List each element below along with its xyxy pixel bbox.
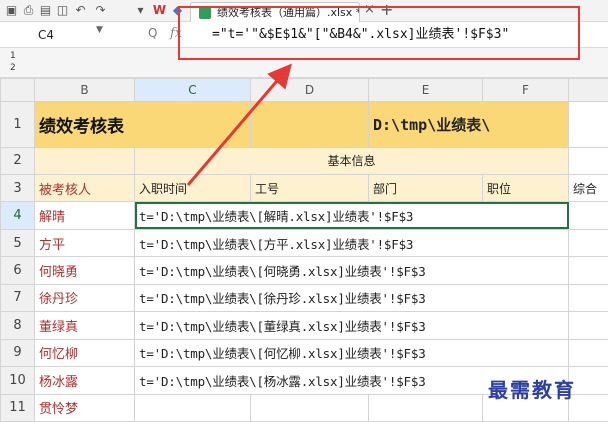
row-header[interactable]: 6 [0,256,35,285]
quick-access-toolbar: ▣ ⎙ ▤ ◫ ↶ ↷ ▾ W ◆ 绩效考核表（通用篇）.xlsx * × + [0,0,608,22]
row-header[interactable]: 11 [0,393,35,422]
assessee-name[interactable]: 董绿真 [34,311,135,340]
fx-icon[interactable]: fx [170,26,182,41]
table-row: 3 被考核人 入职时间 工号 部门 职位 综合 [0,174,608,203]
cell[interactable] [250,393,369,422]
outline-level-1[interactable]: 1 [10,51,16,61]
formula-result-cell[interactable]: t='D:\tmp\业绩表\[解晴.xlsx]业绩表'!$F$3 [134,201,569,230]
header-position[interactable]: 职位 [482,174,569,203]
cell[interactable] [250,100,369,148]
sheet-title[interactable]: 绩效考核表 [34,100,251,148]
cell[interactable] [368,393,483,422]
assessee-name[interactable]: 何忆柳 [34,338,135,368]
path-title[interactable]: D:\tmp\业绩表\ [368,100,569,148]
formula-result-cell[interactable]: t='D:\tmp\业绩表\[何晓勇.xlsx]业绩表'!$F$3 [134,256,569,285]
cell[interactable] [568,338,608,368]
table-row: 8 董绿真 t='D:\tmp\业绩表\[董绿真.xlsx]业绩表'!$F$3 [0,311,608,340]
table-row: 4 解晴 t='D:\tmp\业绩表\[解晴.xlsx]业绩表'!$F$3 [0,201,608,230]
header-employee-id[interactable]: 工号 [250,174,369,203]
export-icon[interactable]: ◫ [55,3,70,18]
box-icon[interactable]: ◆ [170,3,185,18]
assessee-name[interactable]: 方平 [34,228,135,258]
close-tab-icon[interactable]: × [364,2,375,17]
spreadsheet-file-icon [199,7,211,19]
assessee-name[interactable]: 何晓勇 [34,256,135,285]
table-row: 5 方平 t='D:\tmp\业绩表\[方平.xlsx]业绩表'!$F$3 [0,228,608,258]
new-tab-icon[interactable]: + [380,0,393,19]
formula-result-cell[interactable]: t='D:\tmp\业绩表\[董绿真.xlsx]业绩表'!$F$3 [134,311,569,340]
chevron-down-icon[interactable]: ▼ [96,25,103,35]
spreadsheet-grid: B C D E F 1 绩效考核表 D:\tmp\业绩表\ 2 基本信息 3 被… [0,78,608,422]
select-all-corner[interactable] [0,78,35,102]
header-department[interactable]: 部门 [368,174,483,203]
column-header-row: B C D E F [0,78,608,102]
table-row: 9 何忆柳 t='D:\tmp\业绩表\[何忆柳.xlsx]业绩表'!$F$3 [0,338,608,368]
document-tab[interactable]: 绩效考核表（通用篇）.xlsx * [190,2,360,22]
cell[interactable] [568,100,608,148]
wps-logo-icon[interactable]: W [152,3,167,18]
column-header-c[interactable]: C [134,78,251,102]
cell[interactable] [34,146,135,176]
cell[interactable] [568,228,608,258]
header-assessee[interactable]: 被考核人 [34,174,135,203]
outline-level-2[interactable]: 2 [10,63,16,73]
row-header[interactable]: 4 [0,201,35,230]
formula-bar: C4 ▼ Q fx ="t='"&$E$1&"["&B4&".xlsx]业绩表'… [0,22,608,48]
formula-result-cell[interactable]: t='D:\tmp\业绩表\[何忆柳.xlsx]业绩表'!$F$3 [134,338,569,368]
outline-bar: 1 2 [0,48,608,78]
column-header-e[interactable]: E [368,78,483,102]
print-icon[interactable]: ⎙ [21,3,36,18]
row-header[interactable]: 7 [0,283,35,313]
assessee-name[interactable]: 贯怜梦 [34,393,135,422]
formula-result-cell[interactable]: t='D:\tmp\业绩表\[方平.xlsx]业绩表'!$F$3 [134,228,569,258]
table-row: 6 何晓勇 t='D:\tmp\业绩表\[何晓勇.xlsx]业绩表'!$F$3 [0,256,608,285]
header-overall[interactable]: 综合 [568,174,608,203]
tab-title: 绩效考核表（通用篇）.xlsx * [217,6,360,19]
table-row: 7 徐丹珍 t='D:\tmp\业绩表\[徐丹珍.xlsx]业绩表'!$F$3 [0,283,608,313]
table-row: 2 基本信息 [0,146,608,176]
undo-icon[interactable]: ↶ [73,3,88,18]
header-hire-date[interactable]: 入职时间 [134,174,251,203]
cell[interactable] [134,393,251,422]
assessee-name[interactable]: 徐丹珍 [34,283,135,313]
row-header[interactable]: 1 [0,100,35,148]
assessee-name[interactable]: 杨冰露 [34,366,135,395]
column-header-f[interactable]: F [482,78,569,102]
column-header-d[interactable]: D [250,78,369,102]
watermark-logo: 最需教育 [488,378,576,402]
row-header[interactable]: 2 [0,146,35,176]
cell[interactable] [568,283,608,313]
band-label[interactable]: 基本信息 [134,146,569,176]
table-row: 1 绩效考核表 D:\tmp\业绩表\ [0,100,608,148]
formula-result-cell[interactable]: t='D:\tmp\业绩表\[徐丹珍.xlsx]业绩表'!$F$3 [134,283,569,313]
assessee-name[interactable]: 解晴 [34,201,135,230]
save-icon[interactable]: ▣ [4,3,19,18]
row-header[interactable]: 10 [0,366,35,395]
dropdown-icon[interactable]: ▾ [133,3,148,18]
cell[interactable] [568,146,608,176]
formula-input[interactable]: ="t='"&$E$1&"["&B4&".xlsx]业绩表'!$F$3" [200,24,580,46]
redo-icon[interactable]: ↷ [93,3,108,18]
row-header[interactable]: 3 [0,174,35,203]
print-preview-icon[interactable]: ▤ [38,3,53,18]
cell[interactable] [568,256,608,285]
column-header-g[interactable] [568,78,608,102]
row-header[interactable]: 8 [0,311,35,340]
row-header[interactable]: 5 [0,228,35,258]
row-header[interactable]: 9 [0,338,35,368]
zoom-icon[interactable]: Q [148,26,157,40]
column-header-b[interactable]: B [34,78,135,102]
cell[interactable] [568,201,608,230]
cell[interactable] [568,311,608,340]
